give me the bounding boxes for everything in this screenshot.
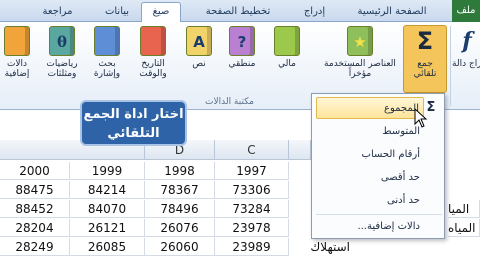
cell[interactable]: 73284 xyxy=(215,200,289,218)
math-button[interactable]: θ رياضيات ومثلثات xyxy=(40,26,84,79)
financial-label: مالي xyxy=(278,59,296,69)
datetime-label-1: التاريخ xyxy=(141,59,165,69)
financial-book-icon xyxy=(274,26,300,56)
sigma-icon: Σ xyxy=(416,27,434,55)
mouse-pointer-icon xyxy=(414,108,428,128)
cell[interactable]: 84214 xyxy=(70,181,145,199)
cell[interactable]: 88475 xyxy=(0,181,70,199)
tab-data[interactable]: بيانات xyxy=(96,3,138,22)
row-label[interactable]: المياه xyxy=(448,219,480,237)
cell[interactable]: 73306 xyxy=(215,181,289,199)
cell[interactable]: 1998 xyxy=(145,162,215,180)
logical-book-icon: ? xyxy=(229,26,255,56)
cell[interactable]: 1999 xyxy=(70,162,145,180)
cell[interactable]: 88452 xyxy=(0,200,70,218)
cell[interactable]: 26076 xyxy=(145,219,215,237)
menu-item-min[interactable]: حد أدنى xyxy=(316,190,424,212)
cell[interactable]: 84070 xyxy=(70,200,145,218)
row-label[interactable]: الميا xyxy=(448,200,480,218)
autosum-label-1: جمع xyxy=(417,59,433,69)
tab-formulas[interactable]: صيغ xyxy=(141,2,181,23)
more-functions-label-2: إضافية xyxy=(4,69,30,79)
menu-separator xyxy=(316,214,442,215)
menu-item-max[interactable]: حد أقصى xyxy=(316,167,424,189)
lookup-label-2: وإشارة xyxy=(93,69,121,79)
more-functions-button[interactable]: دالات إضافية xyxy=(0,26,34,79)
theta-book-icon: θ xyxy=(49,26,75,56)
datetime-button[interactable]: التاريخ والوقت xyxy=(130,26,176,79)
cell[interactable]: 26121 xyxy=(70,219,145,237)
callout-line-2: التلقائي xyxy=(107,126,160,141)
text-button[interactable]: A نص xyxy=(182,26,216,69)
more-functions-label-1: دالات xyxy=(6,59,28,69)
insert-function-label: إدراج دالة xyxy=(452,59,480,69)
financial-button[interactable]: مالي xyxy=(270,26,304,69)
lookup-book-icon xyxy=(94,26,120,56)
cell[interactable]: 78367 xyxy=(145,181,215,199)
cell[interactable]: 28249 xyxy=(0,238,70,256)
datetime-label-2: والوقت xyxy=(139,69,167,79)
recently-used-label-1: العناصر المستخدمة xyxy=(324,59,396,69)
text-label: نص xyxy=(192,59,206,69)
cell[interactable]: 1997 xyxy=(215,162,289,180)
lookup-button[interactable]: بحث وإشارة xyxy=(88,26,126,79)
callout-line-1: اختار اداة الجمع xyxy=(83,107,184,122)
instruction-callout: اختار اداة الجمع التلقائي xyxy=(80,100,187,146)
recently-used-button[interactable]: ★ العناصر المستخدمة مؤخراً xyxy=(322,26,398,79)
clock-book-icon xyxy=(140,26,166,56)
tab-review[interactable]: مراجعة xyxy=(30,3,85,22)
logical-button[interactable]: ? منطقي xyxy=(222,26,262,69)
recently-used-label-2: مؤخراً xyxy=(348,69,372,79)
menu-item-more-functions[interactable]: دالات إضافية... xyxy=(316,216,424,238)
tab-file[interactable]: ملف xyxy=(452,0,480,22)
cell[interactable]: 26060 xyxy=(145,238,215,256)
logical-label: منطقي xyxy=(228,59,256,69)
cell[interactable]: 2000 xyxy=(0,162,70,180)
menu-item-count-numbers[interactable]: أرقام الحساب xyxy=(316,144,424,166)
insert-function-button[interactable]: f إدراج دالة xyxy=(452,26,480,69)
row-label[interactable]: استهلاك xyxy=(290,238,350,256)
column-header-right[interactable] xyxy=(289,140,311,160)
function-library-group-label: مكتبة الدالات xyxy=(205,97,254,107)
function-fx-icon: f xyxy=(462,28,472,54)
menu-item-sum[interactable]: المجموع xyxy=(316,97,424,119)
tab-page-layout[interactable]: تخطيط الصفحة xyxy=(192,3,284,22)
lookup-label-1: بحث xyxy=(98,59,116,69)
math-label-1: رياضيات xyxy=(46,59,78,69)
cell[interactable]: 23978 xyxy=(215,219,289,237)
cell[interactable]: 23989 xyxy=(215,238,289,256)
cell[interactable]: 78496 xyxy=(145,200,215,218)
star-book-icon: ★ xyxy=(347,26,373,56)
autosum-label-2: تلقائي xyxy=(413,69,437,79)
math-label-2: ومثلثات xyxy=(47,69,77,79)
text-book-icon: A xyxy=(186,26,212,56)
ribbon-tab-strip: ملف الصفحة الرئيسية إدراج تخطيط الصفحة ص… xyxy=(0,0,480,23)
cell[interactable]: 28204 xyxy=(0,219,70,237)
cell[interactable]: 26085 xyxy=(70,238,145,256)
autosum-button[interactable]: Σ جمع تلقائي xyxy=(403,25,447,93)
tab-home[interactable]: الصفحة الرئيسية xyxy=(342,3,442,22)
column-header-c[interactable]: C xyxy=(215,140,289,160)
menu-item-average[interactable]: المتوسط xyxy=(316,121,424,143)
tab-insert[interactable]: إدراج xyxy=(292,3,337,22)
more-functions-book-icon xyxy=(4,26,30,56)
ribbon-separator xyxy=(450,26,451,106)
